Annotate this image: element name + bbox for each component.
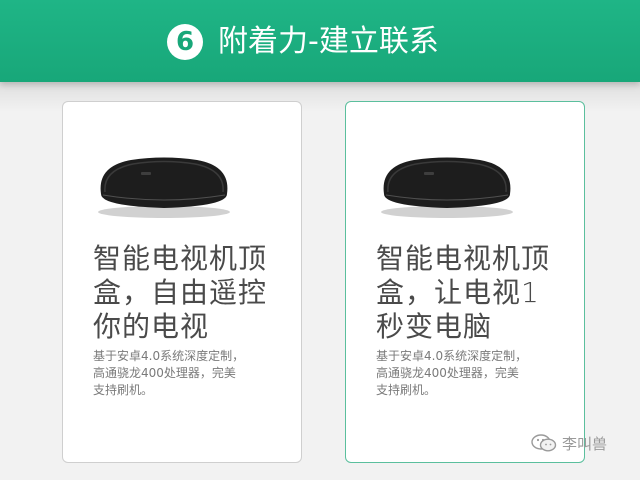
card-desc-line: 高通骁龙400处理器，完美 <box>376 366 519 380</box>
card-title: 智能电视机顶 盒，让电视1 秒变电脑 <box>376 242 581 344</box>
watermark-text: 李叫兽 <box>562 434 608 453</box>
card-title-line: 智能电视机顶 <box>376 242 551 275</box>
tv-box-device-icon <box>381 157 513 218</box>
header-banner: 6 附着力-建立联系 <box>0 0 640 82</box>
card-desc-line: 支持刷机。 <box>376 383 437 397</box>
card-title-line: 智能电视机顶 <box>93 242 268 275</box>
tv-box-device-icon <box>98 157 230 218</box>
card-title: 智能电视机顶 盒，自由遥控 你的电视 <box>93 242 298 344</box>
page-title: 附着力-建立联系 <box>218 24 439 59</box>
card-title-line: 盒，让电视1 <box>376 276 540 309</box>
step-number-badge: 6 <box>167 24 203 60</box>
card-desc-line: 支持刷机。 <box>93 383 154 397</box>
product-card-left: 智能电视机顶 盒，自由遥控 你的电视 基于安卓4.0系统深度定制， 高通骁龙40… <box>62 101 302 463</box>
card-desc-line: 基于安卓4.0系统深度定制， <box>376 349 528 363</box>
watermark: 李叫兽 <box>530 432 607 454</box>
card-title-line: 盒，自由遥控 <box>93 276 268 309</box>
wechat-icon <box>531 434 557 452</box>
product-card-right: 智能电视机顶 盒，让电视1 秒变电脑 基于安卓4.0系统深度定制， 高通骁龙40… <box>345 101 585 463</box>
card-desc-line: 基于安卓4.0系统深度定制， <box>93 349 245 363</box>
card-title-line: 你的电视 <box>93 310 210 343</box>
card-description: 基于安卓4.0系统深度定制， 高通骁龙400处理器，完美 支持刷机。 <box>376 348 576 399</box>
card-description: 基于安卓4.0系统深度定制， 高通骁龙400处理器，完美 支持刷机。 <box>93 348 293 399</box>
card-desc-line: 高通骁龙400处理器，完美 <box>93 366 236 380</box>
card-title-line: 秒变电脑 <box>376 310 493 343</box>
